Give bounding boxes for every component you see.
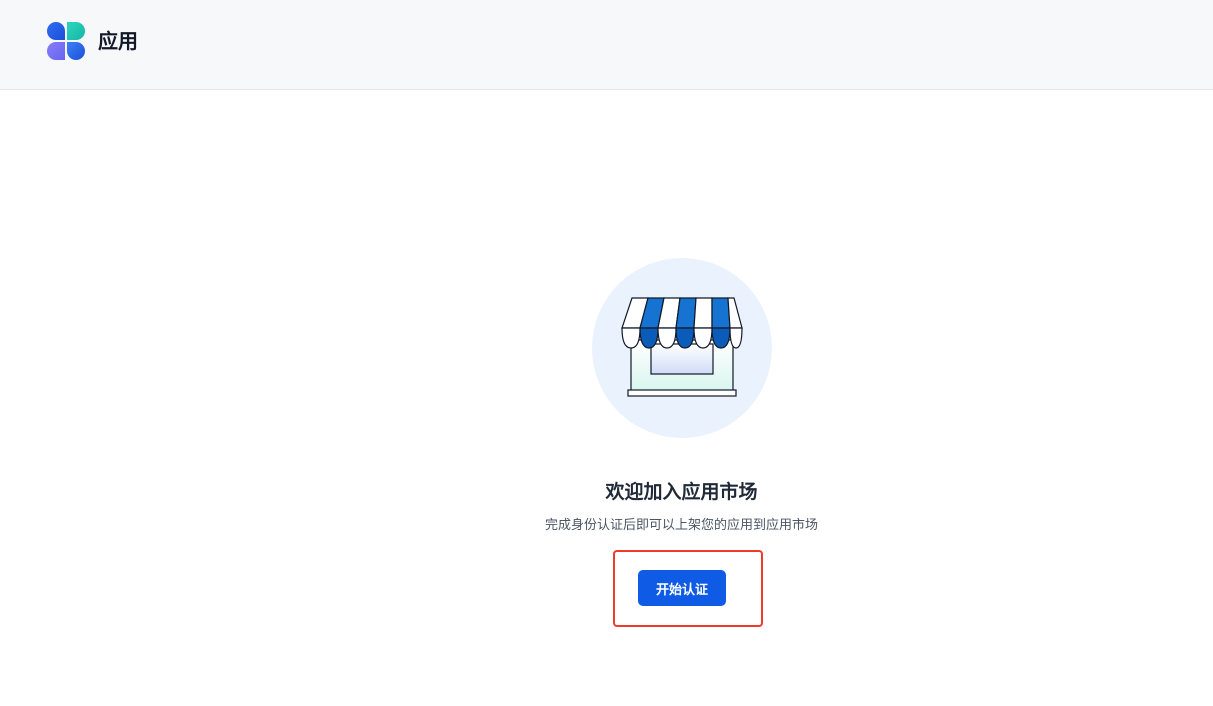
welcome-title: 欢迎加入应用市场 <box>605 481 758 503</box>
top-header: 应用 <box>0 0 1213 90</box>
app-title: 应用 <box>98 29 138 53</box>
welcome-subtitle: 完成身份认证后即可以上架您的应用到应用市场 <box>544 518 818 533</box>
app-logo-icon[interactable] <box>46 21 86 61</box>
storefront-icon <box>621 297 743 397</box>
start-verification-button[interactable]: 开始认证 <box>638 570 726 606</box>
